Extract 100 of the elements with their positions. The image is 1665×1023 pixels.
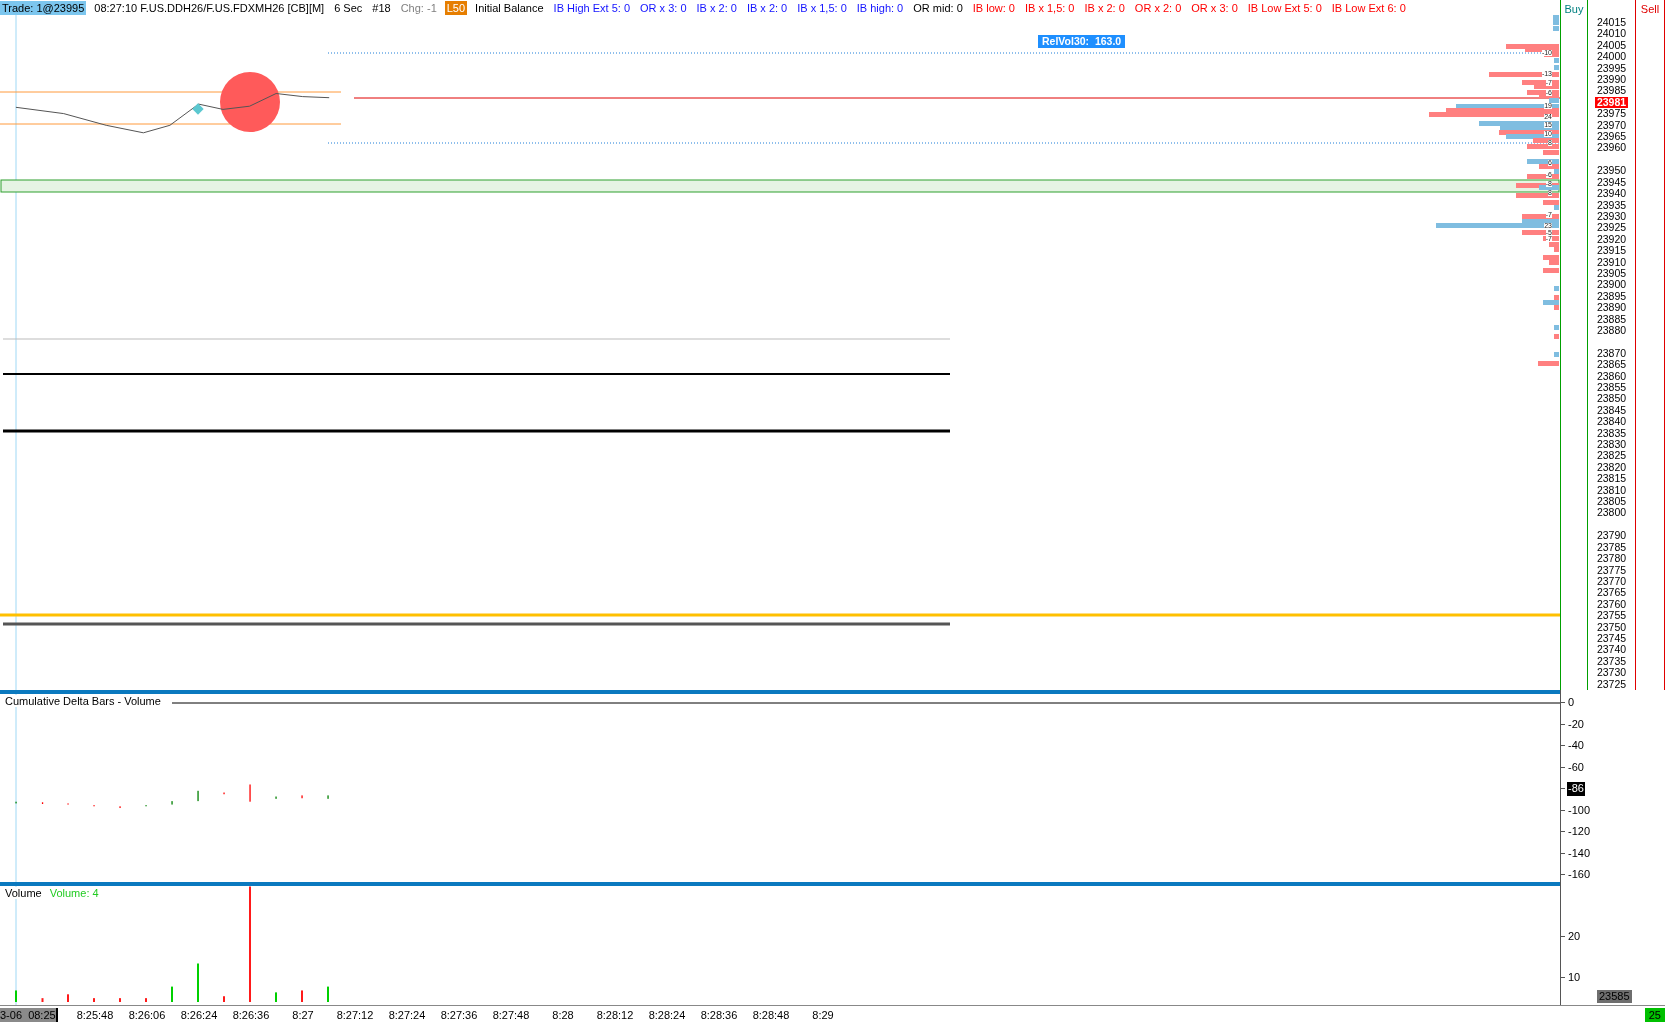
diamond-marker xyxy=(192,103,204,115)
price-axis-label: 23885 xyxy=(1595,313,1628,325)
header-text: 6 Sec xyxy=(333,0,364,15)
time-axis-label: 8:28:12 xyxy=(595,1009,635,1021)
time-axis-label: 8:29 xyxy=(811,1009,835,1021)
price-axis-label: 23965 xyxy=(1595,131,1628,143)
pane-title: Cumulative Delta Bars - Volume xyxy=(5,695,161,707)
price-axis-label: 23785 xyxy=(1595,541,1628,554)
price-axis-label: 23755 xyxy=(1595,610,1628,622)
header-text: Initial Balance xyxy=(474,0,545,15)
time-axis-label: 8:27 xyxy=(291,1009,315,1021)
price-axis-label: 23865 xyxy=(1595,359,1628,371)
price-axis-label: 23925 xyxy=(1595,222,1628,234)
price-axis-label: 23945 xyxy=(1595,176,1628,189)
header-text: OR x 3: 0 xyxy=(1190,0,1239,15)
date-label: 3-06 08:25 xyxy=(0,1008,58,1022)
level-tag: L50 xyxy=(444,0,468,15)
header-text: IB high: 0 xyxy=(855,0,905,15)
current-price-label: 23981 xyxy=(1594,96,1629,109)
price-axis-label: 23740 xyxy=(1595,644,1628,656)
time-axis-label: 8:28 xyxy=(551,1009,575,1021)
price-axis-label: 23775 xyxy=(1595,564,1628,576)
header-text: IB x 2: 0 xyxy=(745,0,789,15)
price-axis-label: 23920 xyxy=(1595,233,1628,246)
price-axis-label: 23880 xyxy=(1595,324,1628,337)
header-text: IB x 2: 0 xyxy=(1083,0,1126,15)
price-axis-label: 24010 xyxy=(1595,28,1628,40)
price-axis-label: 23825 xyxy=(1595,450,1628,462)
time-axis-label: 8:28:24 xyxy=(647,1009,687,1021)
price-axis-label: 23770 xyxy=(1595,575,1628,588)
price-axis-label: 23930 xyxy=(1595,210,1628,223)
price-axis-label: 24005 xyxy=(1595,39,1628,52)
price-axis-label: 23970 xyxy=(1595,119,1628,132)
header-text: IB low: 0 xyxy=(971,0,1016,15)
buy-column-label: Buy xyxy=(1564,3,1584,17)
time-axis-label: 8:27:12 xyxy=(335,1009,375,1021)
price-axis-label: 23835 xyxy=(1595,427,1628,440)
header-text: OR x 3: 0 xyxy=(639,0,688,15)
price-axis-label: 23860 xyxy=(1595,370,1628,382)
price-axis-label: 23810 xyxy=(1595,484,1628,497)
price-axis-label: 23855 xyxy=(1595,382,1628,394)
price-axis-label: 24015 xyxy=(1595,17,1628,29)
header-text: #18 xyxy=(371,0,392,15)
price-axis-label: 23780 xyxy=(1595,553,1628,565)
time-axis-label: 8:25:48 xyxy=(75,1009,115,1021)
time-axis-label: 8:28:36 xyxy=(699,1009,739,1021)
header-text: IB High Ext 5: 0 xyxy=(552,0,632,15)
price-axis-label: 23805 xyxy=(1595,496,1628,508)
price-axis-label: 23890 xyxy=(1595,302,1628,314)
header-text: IB x 1,5: 0 xyxy=(1023,0,1076,15)
header-text: Trade: 1@23995 xyxy=(0,0,87,15)
header-text: OR mid: 0 xyxy=(912,0,964,15)
relvol-label: RelVol30: 163.0 xyxy=(1038,35,1126,48)
header-text: IB x 1,5: 0 xyxy=(796,0,848,15)
header-text: Chg: -1 xyxy=(399,0,438,15)
price-axis-label: 23990 xyxy=(1595,74,1628,86)
price-axis-label: 23975 xyxy=(1595,108,1628,120)
price-axis-label: 23850 xyxy=(1595,393,1628,405)
price-axis-label: 23725 xyxy=(1595,678,1628,690)
volume-reading: Volume: 4 xyxy=(49,887,99,899)
price-axis-label: 23985 xyxy=(1595,85,1628,97)
price-axis-label: 23935 xyxy=(1595,199,1628,211)
price-axis-label: 23745 xyxy=(1595,632,1628,645)
header-text: 08:27:10 F.US.DDH26/F.US.FDXMH26 [CB][M] xyxy=(93,0,326,15)
price-axis-label: 23735 xyxy=(1595,655,1628,668)
price-axis-label: 23845 xyxy=(1595,404,1628,417)
price-axis-label: 23900 xyxy=(1595,279,1628,291)
price-axis-label: 23760 xyxy=(1595,598,1628,611)
price-axis-label: 23950 xyxy=(1595,165,1628,177)
price-axis-label: 23995 xyxy=(1595,62,1628,75)
time-axis-label: 8:28:48 xyxy=(751,1009,791,1021)
time-axis-label: 8:27:48 xyxy=(491,1009,531,1021)
header-text: OR x 2: 0 xyxy=(1133,0,1183,15)
price-axis-label: 23895 xyxy=(1595,290,1628,303)
time-axis-label: 8:27:24 xyxy=(387,1009,427,1021)
pane-title: Volume xyxy=(5,887,42,899)
price-axis-label: 23870 xyxy=(1595,347,1628,360)
price-axis-label: 23730 xyxy=(1595,667,1628,679)
price-axis-label: 23940 xyxy=(1595,188,1628,200)
time-axis-label: 8:27:36 xyxy=(439,1009,479,1021)
time-axis-label: 8:26:36 xyxy=(231,1009,271,1021)
price-axis-label: 23910 xyxy=(1595,256,1628,268)
price-axis-label: 23765 xyxy=(1595,587,1628,599)
header-text: IB x 2: 0 xyxy=(695,0,738,15)
price-axis-label: 23790 xyxy=(1595,530,1628,542)
price-axis-label: 23830 xyxy=(1595,439,1628,451)
count-label: 25 xyxy=(1644,1008,1665,1022)
price-axis-label: 23800 xyxy=(1595,507,1628,519)
time-axis-label: 8:26:24 xyxy=(179,1009,219,1021)
price-axis-label: 23815 xyxy=(1595,473,1628,485)
header-text: IB Low Ext 6: 0 xyxy=(1330,0,1407,15)
price-axis-label: 24000 xyxy=(1595,51,1628,63)
price-axis-label: 23820 xyxy=(1595,461,1628,474)
time-axis-label: 8:26:06 xyxy=(127,1009,167,1021)
last-price-label: 23585 xyxy=(1597,990,1632,1003)
price-axis-label: 23960 xyxy=(1595,142,1628,154)
price-axis-label: 23750 xyxy=(1595,621,1628,633)
price-axis-label: 23915 xyxy=(1595,245,1628,257)
header-text: IB Low Ext 5: 0 xyxy=(1246,0,1323,15)
volume-bubble xyxy=(220,72,280,132)
